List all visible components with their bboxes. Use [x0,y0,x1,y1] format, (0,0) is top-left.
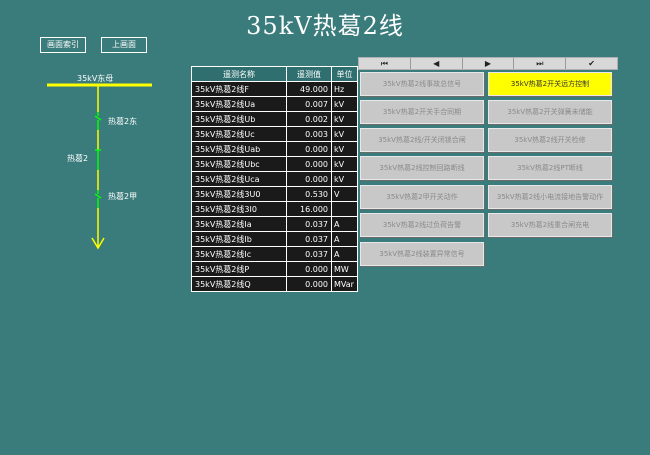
cell-value: 0.037 [286,246,332,262]
cell-unit [331,201,358,217]
signal-button[interactable]: 35kV热葛2开关远方控制 [488,72,612,96]
signal-button[interactable]: 35kV热葛2甲开关动作 [360,185,484,209]
confirm-check-icon[interactable]: ✔ [566,58,617,69]
cell-unit: MVar [331,276,358,292]
table-row: 35kV热葛2线Ubc 0.000 kV [191,156,358,172]
breaker-icon[interactable] [95,149,101,170]
table-row: 35kV热葛2线Ia 0.037 A [191,216,358,232]
cell-name: 35kV热葛2线Ib [191,231,287,247]
cell-unit: kV [331,141,358,157]
bus-label: 35kV东母 [77,74,114,83]
signal-button[interactable]: 35kV热葛2线装置异常信号 [360,242,484,266]
prev-page-icon[interactable]: ◀ [411,58,463,69]
col-header-value: 遥测值 [286,66,332,82]
switch-lower-label: 热葛2甲 [108,192,138,201]
table-row: 35kV热葛2线3U0 0.530 V [191,186,358,202]
signal-button[interactable]: 35kV热葛2线事故总信号 [360,72,484,96]
cell-unit: A [331,246,358,262]
cell-name: 35kV热葛2线Ubc [191,156,287,172]
cell-name: 35kV热葛2线3I0 [191,201,287,217]
cell-value: 0.000 [286,141,332,157]
table-row: 35kV热葛2线Q 0.000 MVar [191,276,358,292]
table-row: 35kV热葛2线Uc 0.003 kV [191,126,358,142]
signal-button[interactable]: 35kV热葛2开关手合同期 [360,100,484,124]
table-row: 35kV热葛2线Ub 0.002 kV [191,111,358,127]
cell-value: 0.003 [286,126,332,142]
cell-unit: MW [331,261,358,277]
diagram-canvas [47,83,152,250]
signal-button[interactable]: 35kV热葛2线过负荷告警 [360,213,484,237]
signal-button[interactable]: 35kV热葛2线控制回路断线 [360,156,484,180]
table-row: 35kV热葛2线Ic 0.037 A [191,246,358,262]
table-row: 35kV热葛2线3I0 16.000 [191,201,358,217]
measurement-table: 遥测名称 遥测值 单位 35kV热葛2线F 49.000 Hz 35kV热葛2线Ua 0… [191,66,358,292]
signal-toolbar: ⏮ ◀ ▶ ⏭ ✔ [358,57,618,70]
cell-name: 35kV热葛2线P [191,261,287,277]
first-page-icon[interactable]: ⏮ [359,58,411,69]
cell-unit: kV [331,126,358,142]
last-page-icon[interactable]: ⏭ [514,58,567,69]
cell-name: 35kV热葛2线Ub [191,111,287,127]
cell-name: 35kV热葛2线Uc [191,126,287,142]
cell-unit: kV [331,111,358,127]
cell-name: 35kV热葛2线Uab [191,141,287,157]
switch-lower-icon[interactable] [94,190,102,208]
signal-button[interactable]: 35kV热葛2线开关检修 [488,128,612,152]
cell-unit: A [331,231,358,247]
table-row: 35kV热葛2线Uca 0.000 kV [191,171,358,187]
cell-value: 0.007 [286,96,332,112]
cell-name: 35kV热葛2线3U0 [191,186,287,202]
cell-name: 35kV热葛2线Q [191,276,287,292]
cell-unit: kV [331,96,358,112]
cell-value: 0.002 [286,111,332,127]
cell-unit: A [331,216,358,232]
table-row: 35kV热葛2线Ua 0.007 kV [191,96,358,112]
cell-name: 35kV热葛2线Ia [191,216,287,232]
table-row: 35kV热葛2线F 49.000 Hz [191,81,358,97]
signal-button[interactable]: 35kV热葛2线/开关闭锁合闸 [360,128,484,152]
cell-name: 35kV热葛2线F [191,81,287,97]
next-page-icon[interactable]: ▶ [463,58,515,69]
cell-value: 16.000 [286,201,332,217]
signal-button[interactable]: 35kV热葛2线PT断线 [488,156,612,180]
cell-name: 35kV热葛2线Ic [191,246,287,262]
cell-value: 0.000 [286,156,332,172]
table-row: 35kV热葛2线Uab 0.000 kV [191,141,358,157]
signal-button[interactable]: 35kV热葛2线重合闸充电 [488,213,612,237]
switch-upper-icon[interactable] [94,112,102,130]
cell-value: 0.530 [286,186,332,202]
table-row: 35kV热葛2线Ib 0.037 A [191,231,358,247]
line-label: 热葛2 [67,154,89,163]
cell-unit: Hz [331,81,358,97]
signal-button[interactable]: 35kV热葛2开关弹簧未储能 [488,100,612,124]
single-line-diagram: 35kV东母 热葛2东 热葛2 热葛2甲 [0,0,190,300]
signal-button[interactable]: 35kV热葛2线小电流接地告警动作 [488,185,612,209]
cell-value: 0.000 [286,276,332,292]
cell-value: 49.000 [286,81,332,97]
cell-value: 0.037 [286,231,332,247]
col-header-unit: 单位 [331,66,358,82]
cell-unit: V [331,186,358,202]
cell-value: 0.000 [286,261,332,277]
cell-unit: kV [331,171,358,187]
cell-unit: kV [331,156,358,172]
cell-value: 0.037 [286,216,332,232]
cell-value: 0.000 [286,171,332,187]
cell-name: 35kV热葛2线Uca [191,171,287,187]
cell-name: 35kV热葛2线Ua [191,96,287,112]
switch-upper-label: 热葛2东 [108,117,138,126]
col-header-name: 遥测名称 [191,66,287,82]
table-row: 35kV热葛2线P 0.000 MW [191,261,358,277]
